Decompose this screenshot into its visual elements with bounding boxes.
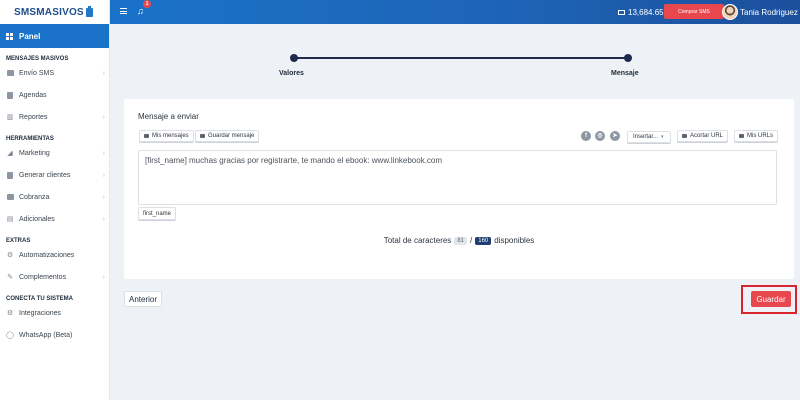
my-messages-label: Mis mensajes: [152, 133, 189, 139]
sidebar-item-label: Panel: [19, 31, 41, 41]
chevron-right-icon: ›: [102, 69, 105, 77]
whatsapp-icon: ◯: [6, 332, 14, 339]
automation-icon: ⚙: [6, 252, 14, 259]
shorten-url-label: Acortar URL: [690, 133, 724, 139]
bag-icon: [85, 5, 93, 17]
list-icon: [739, 134, 744, 138]
insert-select-value: Insertar...: [633, 134, 659, 140]
char-separator: /: [470, 236, 473, 245]
sidebar-item-automatizaciones[interactable]: ⚙ Automatizaciones: [0, 244, 109, 266]
wizard-step-dot-2[interactable]: [624, 54, 632, 62]
my-urls-button[interactable]: Mis URLs: [734, 130, 779, 142]
wizard-progress-line: [294, 57, 628, 59]
sidebar-item-label: Generar clientes: [19, 171, 71, 179]
sidebar-item-envio-sms[interactable]: Envío SMS ›: [0, 62, 109, 84]
menu-icon[interactable]: [120, 8, 127, 14]
sidebar-item-label: Agendas: [19, 91, 47, 99]
section-title-conecta: CONECTA TU SISTEMA: [6, 296, 73, 302]
character-counter: Total de caracteres 81 / 160 disponibles: [124, 236, 794, 245]
section-title-extras: EXTRAS: [6, 238, 31, 244]
wizard-step-mensaje[interactable]: Mensaje: [611, 70, 639, 77]
buy-sms-label: Comprar SMS: [678, 8, 710, 15]
clipboard-icon: [6, 171, 14, 179]
billing-icon: [6, 193, 14, 201]
sidebar-item-marketing[interactable]: ◢ Marketing ›: [0, 142, 109, 164]
sidebar: SMSMASIVOS Panel MENSAJES MASIVOS Envío …: [0, 0, 110, 400]
chevron-right-icon: ›: [102, 273, 105, 281]
wrench-icon: ✎: [7, 274, 13, 281]
sidebar-item-reportes[interactable]: ▥ Reportes ›: [0, 106, 109, 128]
sidebar-item-complementos[interactable]: ✎ Complementos ›: [0, 266, 109, 288]
sidebar-item-label: Reportes: [19, 113, 48, 121]
sidebar-item-label: Adicionales: [19, 215, 55, 223]
notification-badge: 1: [143, 0, 151, 8]
sidebar-item-label: Marketing: [19, 149, 50, 157]
save-message-button[interactable]: Guardar mensaje: [195, 130, 260, 142]
sidebar-item-label: Envío SMS: [19, 69, 55, 77]
sidebar-item-integraciones[interactable]: ⚙ Integraciones: [0, 302, 109, 324]
envelope-icon: [618, 9, 625, 15]
telegram-icon[interactable]: ➤: [610, 131, 620, 141]
chevron-right-icon: ›: [102, 149, 105, 157]
whatsapp-icon[interactable]: ◎: [595, 131, 605, 141]
sidebar-item-agendas[interactable]: Agendas: [0, 84, 109, 106]
layers-icon: ▤: [6, 216, 14, 223]
section-title-herramientas: HERRAMIENTAS: [6, 136, 54, 142]
topbar: ♫ 1 13,684.65 Comprar SMS Tania Rodrigue…: [110, 0, 800, 24]
sidebar-item-generar-clientes[interactable]: Generar clientes ›: [0, 164, 109, 186]
user-name[interactable]: Tania Rodriguez: [740, 0, 798, 24]
address-book-icon: [6, 91, 14, 99]
balance-display: 13,684.65: [618, 0, 664, 24]
chevron-right-icon: ›: [102, 113, 105, 121]
char-used-badge: 81: [454, 236, 467, 245]
dashboard-icon: [6, 32, 13, 40]
brand-logo[interactable]: SMSMASIVOS: [0, 0, 109, 24]
avatar[interactable]: [722, 4, 738, 20]
card-title: Mensaje a enviar: [138, 112, 199, 121]
char-total-badge: 160: [475, 236, 492, 245]
sidebar-item-label: WhatsApp (Beta): [19, 331, 73, 339]
balance-value: 13,684.65: [628, 7, 664, 17]
megaphone-icon: ◢: [7, 150, 13, 157]
shorten-url-button[interactable]: Acortar URL: [677, 130, 729, 142]
sidebar-item-cobranza[interactable]: Cobranza ›: [0, 186, 109, 208]
sidebar-item-label: Integraciones: [19, 309, 62, 317]
wizard-step-dot-1[interactable]: [290, 54, 298, 62]
my-messages-button[interactable]: Mis mensajes: [139, 130, 194, 142]
sidebar-item-label: Complementos: [19, 273, 67, 281]
chevron-right-icon: ›: [102, 171, 105, 179]
insert-variable-select[interactable]: Insertar... ▾: [627, 131, 671, 143]
section-title-mensajes-masivos: MENSAJES MASIVOS: [6, 56, 69, 62]
message-card: Mensaje a enviar Mis mensajes Guardar me…: [124, 99, 794, 279]
chevron-right-icon: ›: [102, 215, 105, 223]
sidebar-item-whatsapp[interactable]: ◯ WhatsApp (Beta): [0, 324, 109, 346]
chat-icon: [6, 69, 14, 77]
link-icon: [682, 134, 687, 138]
char-count-prefix: Total de caracteres: [383, 236, 452, 245]
sidebar-item-panel[interactable]: Panel: [0, 24, 109, 48]
gear-icon: ⚙: [6, 310, 14, 317]
messages-icon: [144, 134, 149, 138]
variable-tag-first-name[interactable]: first_name: [138, 207, 177, 220]
char-count-suffix: disponibles: [494, 236, 535, 245]
buy-sms-button[interactable]: Comprar SMS: [664, 4, 724, 19]
chevron-right-icon: ›: [102, 193, 105, 201]
wizard-step-valores[interactable]: Valores: [279, 70, 304, 77]
chart-icon: ▥: [6, 114, 14, 121]
sidebar-item-label: Cobranza: [19, 193, 50, 201]
save-message-label: Guardar mensaje: [208, 133, 255, 139]
save-button[interactable]: Guardar: [751, 291, 791, 307]
previous-button[interactable]: Anterior: [124, 291, 162, 307]
my-urls-label: Mis URLs: [747, 133, 774, 139]
chevron-down-icon: ▾: [661, 134, 664, 140]
message-textarea[interactable]: [first_name] muchas gracias por registra…: [138, 150, 777, 205]
floppy-icon: [200, 134, 205, 138]
sidebar-item-label: Automatizaciones: [19, 251, 75, 259]
sidebar-item-adicionales[interactable]: ▤ Adicionales ›: [0, 208, 109, 230]
facebook-icon[interactable]: f: [581, 131, 591, 141]
brand-logo-text: SMSMASIVOS: [14, 6, 84, 18]
